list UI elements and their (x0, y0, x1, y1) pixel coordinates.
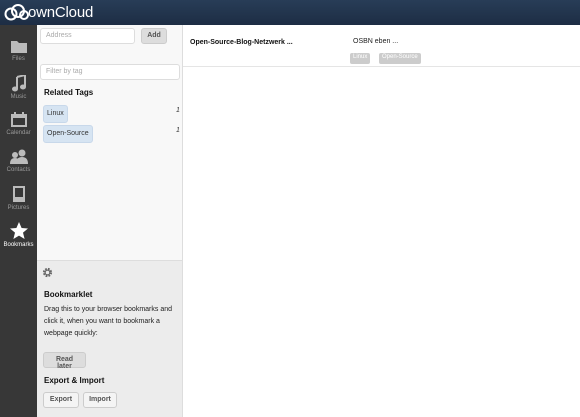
related-tag-count: 1 (176, 127, 180, 134)
cloud-icon (4, 4, 29, 21)
related-tag-linux[interactable]: Linux (43, 105, 68, 123)
nav-label-bookmarks: Bookmarks (3, 242, 34, 248)
bookmark-tag-linux[interactable]: Linux (350, 53, 371, 64)
filter-by-tag-input[interactable]: Filter by tag (40, 64, 180, 80)
related-tag-count: 1 (176, 107, 180, 114)
nav-item-bookmarks[interactable]: Bookmarks (0, 214, 37, 252)
logo-text: ownCloud (28, 4, 94, 21)
music-note-icon (11, 75, 26, 92)
related-tags-title: Related Tags (44, 88, 94, 97)
bookmark-sidebar: Address Add Filter by tag Related Tags L… (37, 25, 183, 260)
bookmark-title[interactable]: Open-Source-Blog-Netzwerk ... (190, 39, 293, 46)
settings-panel: Bookmarklet Drag this to your browser bo… (37, 260, 183, 417)
export-import-title: Export & Import (44, 376, 105, 385)
add-button[interactable]: Add (141, 28, 167, 44)
nav-item-calendar[interactable]: Calendar (0, 104, 37, 142)
bookmark-tag-open-source[interactable]: Open-Source (379, 53, 421, 64)
nav-item-pictures[interactable]: Pictures (0, 177, 37, 215)
folder-icon (10, 41, 27, 53)
bookmarklet-description: Drag this to your browser bookmarks and … (44, 306, 172, 337)
bookmarklet-title: Bookmarklet (44, 290, 93, 299)
bookmark-description: OSBN eben ... (353, 38, 399, 45)
nav-label-calendar: Calendar (6, 130, 31, 136)
contacts-icon (9, 149, 28, 164)
star-icon (9, 222, 28, 239)
read-later-button[interactable]: Read later (43, 352, 86, 370)
nav-label-files: Files (12, 56, 25, 62)
header-bar: ownCloud (0, 0, 580, 25)
app-navigation: Files Music Calendar Contacts Pictures B… (0, 25, 37, 417)
nav-item-contacts[interactable]: Contacts (0, 141, 37, 179)
owncloud-logo[interactable]: ownCloud (4, 3, 93, 22)
bookmark-row[interactable]: Open-Source-Blog-Netzwerk ... OSBN eben … (183, 25, 580, 67)
address-input[interactable]: Address (40, 28, 135, 44)
gear-icon[interactable] (42, 267, 53, 278)
picture-icon (12, 186, 25, 202)
export-button[interactable]: Export (43, 392, 79, 408)
related-tag-open-source[interactable]: Open-Source (43, 125, 93, 143)
nav-item-music[interactable]: Music (0, 67, 37, 105)
nav-label-contacts: Contacts (6, 167, 31, 173)
calendar-icon (10, 112, 27, 127)
nav-label-pictures: Pictures (7, 205, 30, 211)
nav-label-music: Music (10, 94, 27, 100)
import-button[interactable]: Import (83, 392, 117, 408)
nav-item-files[interactable]: Files (0, 31, 37, 69)
